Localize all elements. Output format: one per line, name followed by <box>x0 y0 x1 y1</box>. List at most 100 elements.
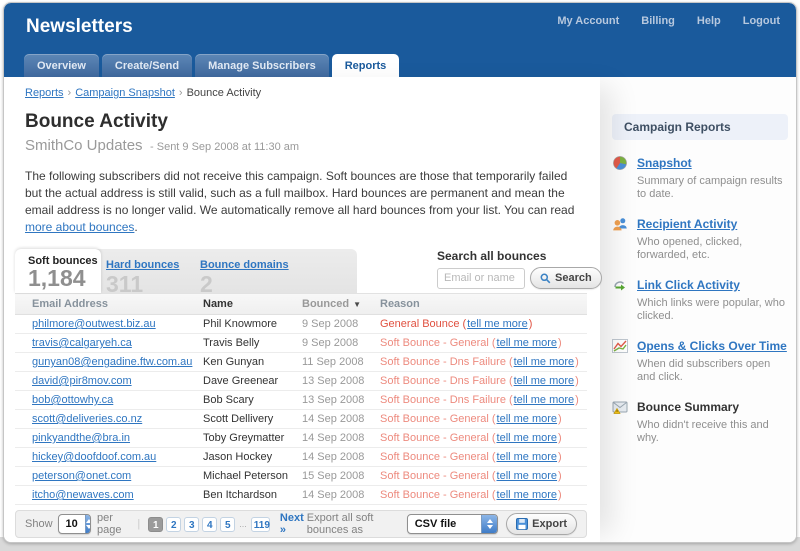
tab-soft-bounces[interactable]: Soft bounces 1,184 <box>15 249 101 293</box>
tell-me-more-link[interactable]: tell me more <box>514 375 575 387</box>
column-reason[interactable]: Reason <box>380 298 587 310</box>
column-name[interactable]: Name <box>203 298 302 310</box>
sidebar-item-snapshot[interactable]: Snapshot Summary of campaign results to … <box>612 154 788 201</box>
bounce-date: 14 Sep 2008 <box>302 413 380 425</box>
billing-link[interactable]: Billing <box>641 15 675 27</box>
search-bounces: Search all bounces Search <box>437 249 587 289</box>
page-last[interactable]: 119 <box>251 517 270 532</box>
paren-close: ) <box>558 470 562 482</box>
bounce-domains-link[interactable]: Bounce domains <box>200 259 289 271</box>
tab-hard-bounces[interactable]: Hard bounces 311 <box>106 255 179 295</box>
email-link[interactable]: philmore@outwest.biz.au <box>32 318 156 330</box>
breadcrumb-separator: › <box>64 87 76 99</box>
bounce-reason: Soft Bounce - General(tell me more) <box>380 337 587 349</box>
subscriber-name: Bob Scary <box>203 394 302 406</box>
sidebar-item-opens-clicks-over-time[interactable]: Opens & Clicks Over Time When did subscr… <box>612 337 788 384</box>
export-button[interactable]: Export <box>506 513 577 535</box>
export-format-value: CSV file <box>408 515 481 533</box>
paren-close: ) <box>558 432 562 444</box>
paren-open: ( <box>492 470 496 482</box>
snapshot-link[interactable]: Snapshot <box>637 156 692 170</box>
sent-date: - Sent 9 Sep 2008 at 11:30 am <box>150 141 299 153</box>
tab-manage-subscribers[interactable]: Manage Subscribers <box>195 54 329 77</box>
email-link[interactable]: bob@ottowhy.ca <box>32 394 113 406</box>
search-button[interactable]: Search <box>530 267 602 289</box>
my-account-link[interactable]: My Account <box>557 15 619 27</box>
tab-create-send[interactable]: Create/Send <box>102 54 192 77</box>
bounce-reason: Soft Bounce - Dns Failure(tell me more) <box>380 356 587 368</box>
email-link[interactable]: david@pir8mov.com <box>32 375 132 387</box>
search-input[interactable] <box>437 268 525 289</box>
reason-text: Soft Bounce - Dns Failure <box>380 394 506 406</box>
link-click-icon <box>612 276 629 323</box>
tab-reports[interactable]: Reports <box>332 54 400 77</box>
tell-me-more-link[interactable]: tell me more <box>497 432 558 444</box>
table-row: pinkyandthe@bra.in Toby Greymatter 14 Se… <box>15 429 587 448</box>
bounce-reason: General Bounce(tell me more) <box>380 318 587 330</box>
reason-text: General Bounce <box>380 318 460 330</box>
tell-me-more-link[interactable]: tell me more <box>514 394 575 406</box>
bounce-date: 9 Sep 2008 <box>302 337 380 349</box>
email-link[interactable]: travis@calgaryeh.ca <box>32 337 132 349</box>
tell-me-more-link[interactable]: tell me more <box>467 318 528 330</box>
page-4[interactable]: 4 <box>202 517 217 532</box>
tab-bounce-domains[interactable]: Bounce domains 2 <box>200 255 289 295</box>
email-link[interactable]: peterson@onet.com <box>32 470 131 482</box>
reason-text: Soft Bounce - General <box>380 337 489 349</box>
pagination-ellipsis: ... <box>239 519 247 529</box>
page-5[interactable]: 5 <box>220 517 235 532</box>
sidebar-item-recipient-activity[interactable]: Recipient Activity Who opened, clicked, … <box>612 215 788 262</box>
reason-text: Soft Bounce - Dns Failure <box>380 356 506 368</box>
tab-overview[interactable]: Overview <box>24 54 99 77</box>
paren-close: ) <box>558 337 562 349</box>
opens-clicks-over-time-link[interactable]: Opens & Clicks Over Time <box>637 339 787 353</box>
bounce-reason: Soft Bounce - Dns Failure(tell me more) <box>380 394 587 406</box>
app-title: Newsletters <box>26 16 133 38</box>
link-click-activity-link[interactable]: Link Click Activity <box>637 278 740 292</box>
breadcrumb: Reports›Campaign Snapshot›Bounce Activit… <box>25 87 600 99</box>
paren-close: ) <box>575 356 579 368</box>
table-row: scott@deliveries.co.nz Scott Dellivery 1… <box>15 410 587 429</box>
tell-me-more-link[interactable]: tell me more <box>497 451 558 463</box>
tell-me-more-link[interactable]: tell me more <box>497 489 558 501</box>
reason-text: Soft Bounce - General <box>380 451 489 463</box>
tell-me-more-link[interactable]: tell me more <box>497 337 558 349</box>
email-link[interactable]: hickey@doofdoof.com.au <box>32 451 156 463</box>
logout-link[interactable]: Logout <box>743 15 780 27</box>
table-row: gunyan08@engadine.ftw.com.au Ken Gunyan … <box>15 353 587 372</box>
subscriber-name: Ken Gunyan <box>203 356 302 368</box>
column-bounced[interactable]: Bounced▼ <box>302 298 380 310</box>
hard-bounces-link[interactable]: Hard bounces <box>106 259 179 271</box>
magnifier-icon <box>540 273 551 284</box>
breadcrumb-campaign-snapshot[interactable]: Campaign Snapshot <box>75 87 175 99</box>
more-about-bounces-link[interactable]: more about bounces <box>25 220 134 234</box>
email-link[interactable]: itcho@newaves.com <box>32 489 134 501</box>
email-link[interactable]: gunyan08@engadine.ftw.com.au <box>32 356 192 368</box>
subscriber-name: Michael Peterson <box>203 470 302 482</box>
page-1-current[interactable]: 1 <box>148 517 163 532</box>
breadcrumb-reports[interactable]: Reports <box>25 87 64 99</box>
page-title: Bounce Activity <box>25 111 600 133</box>
page-2[interactable]: 2 <box>166 517 181 532</box>
sidebar-item-link-click-activity[interactable]: Link Click Activity Which links were pop… <box>612 276 788 323</box>
next-page-link[interactable]: Next » <box>280 512 307 536</box>
paren-open: ( <box>509 375 513 387</box>
email-link[interactable]: pinkyandthe@bra.in <box>32 432 130 444</box>
per-page-select[interactable]: 10 <box>58 514 92 534</box>
page-3[interactable]: 3 <box>184 517 199 532</box>
help-link[interactable]: Help <box>697 15 721 27</box>
recipient-activity-link[interactable]: Recipient Activity <box>637 217 737 231</box>
tell-me-more-link[interactable]: tell me more <box>514 356 575 368</box>
email-link[interactable]: scott@deliveries.co.nz <box>32 413 142 425</box>
tell-me-more-link[interactable]: tell me more <box>497 413 558 425</box>
pie-chart-icon <box>612 154 629 201</box>
paren-close: ) <box>558 451 562 463</box>
pagination: 1 2 3 4 5 ... 119 Next » <box>148 512 307 536</box>
bounce-table-body: philmore@outwest.biz.au Phil Knowmore 9 … <box>15 315 600 505</box>
column-email-address[interactable]: Email Address <box>15 298 203 310</box>
export-format-select[interactable]: CSV file <box>407 514 498 534</box>
campaign-reports-sidebar: Campaign Reports Snapshot Summary of cam… <box>600 77 796 543</box>
tell-me-more-link[interactable]: tell me more <box>497 470 558 482</box>
bounce-date: 11 Sep 2008 <box>302 356 380 368</box>
hard-bounces-count: 311 <box>106 273 179 295</box>
